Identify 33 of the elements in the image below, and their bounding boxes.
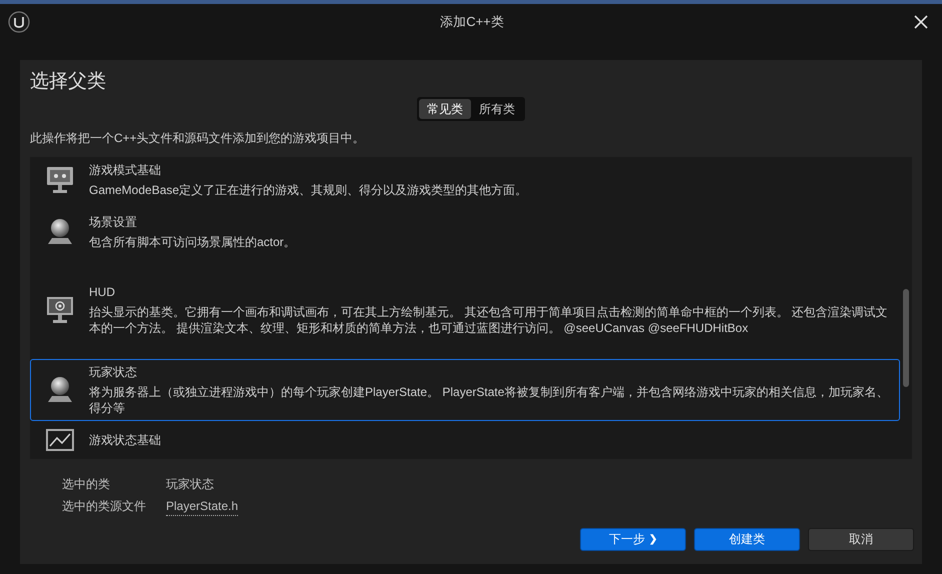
class-name: 玩家状态 — [89, 364, 138, 380]
summary-value: 玩家状态 — [166, 476, 214, 492]
class-list-item[interactable]: 玩家状态 将为服务器上（或独立进程游戏中）的每个玩家创建PlayerState。 PlayerState将被复制到所有客户端，并包含网络游戏中玩家的相关信息，加玩家名、得分等 — [30, 358, 900, 422]
scrollbar-thumb[interactable] — [903, 288, 909, 386]
summary-label: 选中的类源文件 — [62, 498, 147, 514]
window-title: 添加C++类 — [439, 13, 505, 32]
line-chart-icon — [45, 428, 75, 452]
class-name: 游戏状态基础 — [89, 432, 161, 448]
class-name: 游戏模式基础 — [89, 162, 162, 178]
class-list-item[interactable]: 游戏模式基础 GameModeBase定义了正在进行的游戏、其规则、得分以及游戏类型的其他方面。 — [30, 158, 900, 202]
tab[interactable]: 所有类 — [471, 98, 523, 118]
tab[interactable]: 常见类 — [419, 98, 471, 118]
dialog-heading: 选择父类 — [29, 70, 107, 94]
close-icon[interactable] — [914, 15, 928, 29]
summary-label: 选中的类 — [62, 476, 111, 492]
class-description: 包含所有脚本可访问场景属性的actor。 — [89, 234, 296, 250]
dialog-button[interactable]: 取消 — [808, 528, 914, 550]
class-list-item[interactable]: HUD 抬头显示的基类。它拥有一个画布和调试画布，可在其上方绘制基元。 其还包含可用于简单项目点击检测的简单命中框的一个列表。 还包含渲染调试文本的一个方法。 提供渲染文本、纹理、矩形和材质的简单方法，也可通过蓝图进行访问。 @seeUCanvas @seeFHUDHitBox — [30, 261, 900, 359]
class-name: HUD — [89, 284, 116, 300]
class-list-item[interactable]: 场景设置 包含所有脚本可访问场景属性的actor。 — [30, 202, 900, 262]
engine-logo-icon — [8, 11, 30, 33]
class-description: 抬头显示的基类。它拥有一个画布和调试画布，可在其上方绘制基元。 其还包含可用于简单项目点击检测的简单命中框的一个列表。 还包含渲染调试文本的一个方法。 提供渲染文本、纹理、矩形和材质的简单方法，也可通过蓝图进行访问。 @seeUCanvas @seeFHUDHitBox — [89, 304, 889, 336]
class-description: 将为服务器上（或独立进程游戏中）的每个玩家创建PlayerState。 PlayerState将被复制到所有客户端，并包含网络游戏中玩家的相关信息，加玩家名、得分等 — [89, 384, 889, 416]
file-link[interactable]: PlayerState.h — [166, 496, 238, 516]
gamepad-monitor-icon — [45, 165, 75, 196]
target-monitor-icon — [45, 295, 75, 326]
intro-text: 此操作将把一个C++头文件和源码文件添加到您的游戏项目中。 — [29, 130, 366, 146]
class-name: 场景设置 — [89, 214, 138, 230]
sphere-on-base-icon — [45, 216, 75, 247]
class-description: GameModeBase定义了正在进行的游戏、其规则、得分以及游戏类型的其他方面。 — [89, 182, 528, 198]
dialog-button[interactable]: 创建类 — [694, 528, 800, 550]
class-list-item[interactable]: 游戏状态基础 — [30, 421, 900, 458]
dialog-button[interactable]: 下一步 ❯ — [580, 528, 686, 550]
